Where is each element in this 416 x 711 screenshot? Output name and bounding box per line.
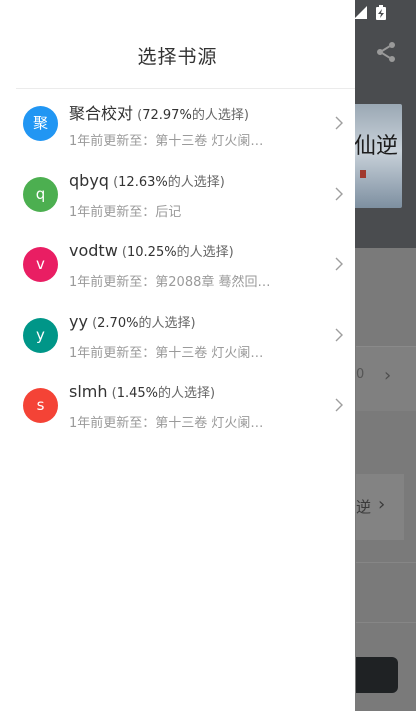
- percent-open: (: [117, 245, 127, 260]
- cover-stamp: [360, 170, 366, 178]
- source-selection-drawer: 选择书源 聚 聚合校对 (72.97%的人选择) 1年前更新至：第十三卷 灯火阑…: [0, 0, 355, 711]
- background-partial-text: 逆: [356, 498, 372, 516]
- chevron-right-icon: [335, 398, 343, 412]
- source-avatar: y: [23, 317, 58, 353]
- source-percent: (1.45%的人选择): [107, 386, 216, 401]
- divider: [356, 562, 416, 563]
- source-name: qbyq: [69, 170, 109, 190]
- source-update-info: 1年前更新至：后记: [69, 204, 182, 220]
- source-name: vodtw: [69, 241, 118, 260]
- percent-suffix: 的人选择): [191, 108, 249, 123]
- source-item[interactable]: v vodtw (10.25%的人选择) 1年前更新至：第2088章 蓦然回…: [0, 230, 355, 301]
- source-name-line: yy (2.70%的人选择): [69, 312, 196, 331]
- source-name: 聚合校对: [69, 104, 134, 123]
- chevron-right-icon: [335, 116, 343, 130]
- source-update-info: 1年前更新至：第十三卷 灯火阑…: [69, 134, 264, 149]
- divider: [356, 622, 416, 623]
- source-update-info: 1年前更新至：第2088章 蓦然回…: [69, 275, 269, 290]
- percent-value: 72.97%: [142, 108, 192, 123]
- drawer-title: 选择书源: [137, 46, 218, 68]
- chevron-right-icon: ›: [378, 494, 386, 515]
- chevron-right-icon: ›: [384, 365, 392, 386]
- background-action-button: [356, 657, 398, 693]
- percent-suffix: 的人选择): [158, 386, 216, 401]
- percent-open: (: [107, 386, 117, 401]
- source-avatar: 聚: [23, 106, 58, 141]
- percent-open: (: [87, 315, 98, 331]
- book-cover-title: 仙逆: [354, 134, 399, 159]
- background-source-row: 逆 ›: [356, 474, 404, 540]
- source-percent: (2.70%的人选择): [87, 315, 196, 331]
- source-item[interactable]: q qbyq (12.63%的人选择) 1年前更新至：后记: [0, 160, 355, 231]
- background-partial-digit: 0: [356, 367, 365, 382]
- share-icon: [377, 42, 395, 62]
- source-name: slmh: [69, 382, 108, 401]
- battery-charging-icon: [376, 5, 386, 20]
- source-name-line: vodtw (10.25%的人选择): [69, 241, 234, 260]
- chevron-right-icon: [335, 187, 343, 200]
- source-avatar: q: [23, 176, 58, 212]
- source-item[interactable]: 聚 聚合校对 (72.97%的人选择) 1年前更新至：第十三卷 灯火阑…: [0, 89, 355, 160]
- percent-value: 12.63%: [118, 174, 168, 190]
- source-avatar: s: [23, 388, 58, 423]
- source-percent: (72.97%的人选择): [133, 108, 249, 123]
- source-item[interactable]: s slmh (1.45%的人选择) 1年前更新至：第十三卷 灯火阑…: [0, 371, 355, 442]
- source-item[interactable]: y yy (2.70%的人选择) 1年前更新至：第十三卷 灯火阑…: [0, 301, 355, 372]
- percent-suffix: 的人选择): [138, 315, 196, 331]
- source-update-info: 1年前更新至：第十三卷 灯火阑…: [69, 345, 264, 361]
- source-percent: (10.25%的人选择): [118, 245, 234, 260]
- percent-value: 2.70%: [97, 315, 139, 331]
- background-chapter-row: 0 ›: [356, 346, 416, 411]
- percent-suffix: 的人选择): [167, 174, 225, 190]
- source-name: yy: [69, 311, 88, 331]
- percent-value: 10.25%: [127, 245, 177, 260]
- source-avatar: v: [23, 247, 58, 282]
- percent-open: (: [133, 108, 143, 123]
- percent-value: 1.45%: [116, 386, 159, 401]
- chevron-right-icon: [335, 328, 343, 341]
- source-name-line: qbyq (12.63%的人选择): [69, 171, 225, 190]
- source-name-line: 聚合校对 (72.97%的人选择): [69, 100, 249, 124]
- percent-open: (: [108, 174, 119, 190]
- source-update-info: 1年前更新至：第十三卷 灯火阑…: [69, 416, 264, 431]
- signal-icon: [354, 6, 367, 19]
- source-list: 聚 聚合校对 (72.97%的人选择) 1年前更新至：第十三卷 灯火阑… q q…: [0, 89, 355, 442]
- percent-suffix: 的人选择): [176, 245, 234, 260]
- source-percent: (12.63%的人选择): [109, 175, 225, 190]
- source-name-line: slmh (1.45%的人选择): [69, 382, 215, 401]
- chevron-right-icon: [335, 257, 343, 271]
- status-bar-icons: [354, 5, 386, 20]
